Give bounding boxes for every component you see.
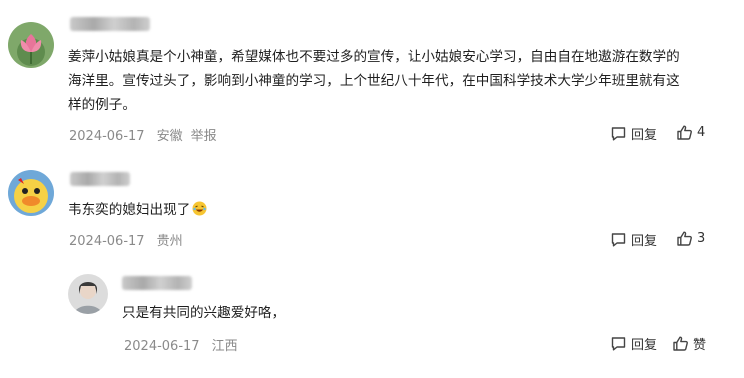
report-link[interactable]: 举报 bbox=[191, 129, 217, 144]
reply-button[interactable]: 回复 bbox=[610, 230, 657, 249]
comment-line: 韦东奕的媳妇出现了 bbox=[68, 198, 207, 222]
lotus-flower-icon bbox=[8, 22, 54, 68]
username-blurred[interactable] bbox=[70, 172, 130, 186]
reply-label: 回复 bbox=[631, 128, 658, 143]
comment-line: 姜萍小姑娘真是个小神童，希望媒体也不要过多的宣传，让小姑娘安心学习，自由自在地遨… bbox=[68, 49, 680, 65]
comment-bubble-icon bbox=[610, 231, 627, 248]
thumbs-up-icon bbox=[676, 230, 693, 247]
comment-text: 只是有共同的兴趣爱好咯， bbox=[122, 301, 285, 325]
reply-button[interactable]: 回复 bbox=[610, 334, 657, 353]
comment-line-text: 韦东奕的媳妇出现了 bbox=[68, 202, 191, 218]
comment-location: 安徽 bbox=[156, 129, 183, 144]
reply-button[interactable]: 回复 bbox=[610, 124, 657, 143]
comment-text: 姜萍小姑娘真是个小神童，希望媒体也不要过多的宣传，让小姑娘安心学习，自由自在地遨… bbox=[68, 45, 680, 117]
laughing-emoji-icon bbox=[192, 200, 207, 216]
comment-item: 韦东奕的媳妇出现了 2024-06-17 贵州 回复 3 bbox=[0, 160, 744, 260]
comment-line: 样的例子。 bbox=[68, 97, 136, 113]
user-avatar[interactable] bbox=[8, 170, 54, 216]
person-photo-icon bbox=[68, 274, 108, 314]
comment-bubble-icon bbox=[610, 335, 627, 352]
username-blurred[interactable] bbox=[122, 276, 192, 290]
comment-list: 姜萍小姑娘真是个小神童，希望媒体也不要过多的宣传，让小姑娘安心学习，自由自在地遨… bbox=[0, 0, 744, 378]
reply-item: 只是有共同的兴趣爱好咯， 2024-06-17 江西 回复 赞 bbox=[0, 260, 744, 378]
comment-date: 2024-06-17 bbox=[69, 234, 145, 249]
comment-date: 2024-06-17 bbox=[69, 129, 145, 144]
comment-line: 海洋里。宣传过头了，影响到小神童的学习，上个世纪八十年代，在中国科学技术大学少年… bbox=[68, 73, 680, 89]
like-label: 赞 bbox=[693, 338, 707, 353]
comment-item: 姜萍小姑娘真是个小神童，希望媒体也不要过多的宣传，让小姑娘安心学习，自由自在地遨… bbox=[0, 0, 744, 160]
comment-meta: 2024-06-17 江西 bbox=[124, 335, 246, 354]
user-avatar[interactable] bbox=[68, 274, 108, 314]
thumbs-up-icon bbox=[676, 124, 693, 141]
comment-line: 只是有共同的兴趣爱好咯， bbox=[122, 305, 286, 321]
reply-label: 回复 bbox=[631, 338, 658, 353]
comment-location: 贵州 bbox=[156, 234, 183, 249]
comment-location: 江西 bbox=[211, 339, 238, 354]
thumbs-up-icon bbox=[672, 335, 689, 352]
like-count: 4 bbox=[697, 125, 706, 140]
comment-meta: 2024-06-17 安徽 举报 bbox=[69, 125, 225, 144]
like-count: 3 bbox=[697, 231, 706, 246]
like-button[interactable]: 4 bbox=[676, 124, 705, 141]
comment-meta: 2024-06-17 贵州 bbox=[69, 230, 191, 249]
comment-date: 2024-06-17 bbox=[124, 339, 200, 354]
like-button[interactable]: 3 bbox=[676, 230, 705, 247]
comment-text: 韦东奕的媳妇出现了 bbox=[68, 198, 207, 222]
cartoon-duck-icon bbox=[8, 170, 54, 216]
comment-bubble-icon bbox=[610, 125, 627, 142]
username-blurred[interactable] bbox=[70, 17, 150, 31]
like-button[interactable]: 赞 bbox=[672, 334, 706, 353]
user-avatar[interactable] bbox=[8, 22, 54, 68]
reply-label: 回复 bbox=[631, 234, 658, 249]
